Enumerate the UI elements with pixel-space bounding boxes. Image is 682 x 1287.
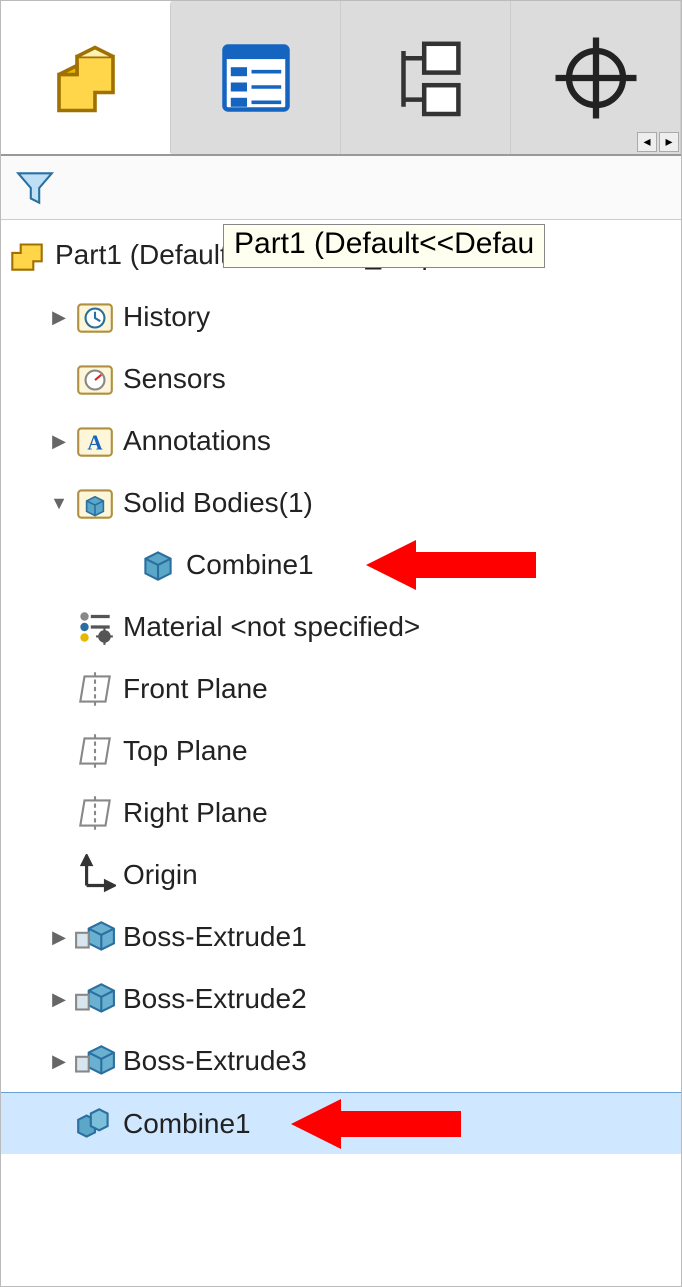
part-icon — [5, 233, 49, 277]
boss-extrude-icon — [73, 1039, 117, 1083]
plane-icon — [73, 791, 117, 835]
tree-item-boss-extrude3[interactable]: ▶ Boss-Extrude3 — [1, 1030, 681, 1092]
tree-item-label: Annotations — [123, 425, 271, 457]
boss-extrude-icon — [73, 977, 117, 1021]
tree-item-label: Top Plane — [123, 735, 248, 767]
feature-tree: Part1 (Default<<Default>_Displ Part1 (De… — [1, 220, 681, 1158]
tree-item-boss-extrude1[interactable]: ▶ Boss-Extrude1 — [1, 906, 681, 968]
tree-item-solid-bodies[interactable]: ▼ Solid Bodies(1) — [1, 472, 681, 534]
tree-item-history[interactable]: ▶ History — [1, 286, 681, 348]
tree-item-label: Solid Bodies(1) — [123, 487, 313, 519]
caret-icon[interactable]: ▶ — [45, 1051, 73, 1072]
tree-item-label: Right Plane — [123, 797, 268, 829]
material-icon — [73, 605, 117, 649]
tree-item-combine1-feature[interactable]: ▶ Combine1 — [1, 1092, 681, 1154]
filter-icon[interactable] — [13, 166, 57, 210]
annotation-arrow-icon — [291, 1095, 461, 1153]
tree-item-front-plane[interactable]: ▶ Front Plane — [1, 658, 681, 720]
tree-item-boss-extrude2[interactable]: ▶ Boss-Extrude2 — [1, 968, 681, 1030]
filter-bar — [1, 156, 681, 220]
boss-extrude-icon — [73, 915, 117, 959]
tree-item-label: Origin — [123, 859, 198, 891]
tab-scroll-right[interactable]: ▸ — [659, 132, 679, 152]
tree-item-label: Boss-Extrude1 — [123, 921, 307, 953]
caret-icon[interactable]: ▶ — [45, 431, 73, 452]
tab-scroll: ◂ ▸ — [637, 132, 679, 152]
caret-icon[interactable]: ▶ — [45, 927, 73, 948]
panel-tabs: ◂ ▸ — [1, 1, 681, 156]
annotation-arrow-icon — [366, 536, 536, 594]
tree-item-label: Combine1 — [123, 1108, 251, 1140]
tab-scroll-left[interactable]: ◂ — [637, 132, 657, 152]
tree-item-label: Combine1 — [186, 549, 314, 581]
solid-body-icon — [136, 543, 180, 587]
tree-item-combine1-body[interactable]: Combine1 — [1, 534, 681, 596]
origin-icon — [73, 853, 117, 897]
tree-item-top-plane[interactable]: ▶ Top Plane — [1, 720, 681, 782]
caret-icon[interactable]: ▼ — [45, 493, 73, 514]
plane-icon — [73, 667, 117, 711]
tab-feature-tree[interactable] — [1, 1, 171, 154]
tab-property-manager[interactable] — [171, 1, 341, 154]
tab-configuration-manager[interactable] — [341, 1, 511, 154]
annotations-icon: A — [73, 419, 117, 463]
caret-icon[interactable]: ▶ — [45, 989, 73, 1010]
tree-item-right-plane[interactable]: ▶ Right Plane — [1, 782, 681, 844]
tree-item-annotations[interactable]: ▶ A Annotations — [1, 410, 681, 472]
tree-item-label: Boss-Extrude2 — [123, 983, 307, 1015]
tree-item-label: Material <not specified> — [123, 611, 420, 643]
plane-icon — [73, 729, 117, 773]
tree-item-sensors[interactable]: ▶ Sensors — [1, 348, 681, 410]
combine-icon — [73, 1102, 117, 1146]
tree-item-origin[interactable]: ▶ Origin — [1, 844, 681, 906]
caret-icon[interactable]: ▶ — [45, 307, 73, 328]
history-icon — [73, 295, 117, 339]
tooltip: Part1 (Default<<Defau — [223, 224, 545, 268]
sensors-icon — [73, 357, 117, 401]
tree-item-label: Sensors — [123, 363, 226, 395]
tree-item-label: Boss-Extrude3 — [123, 1045, 307, 1077]
tree-item-label: History — [123, 301, 210, 333]
tree-item-label: Front Plane — [123, 673, 268, 705]
solid-bodies-folder-icon — [73, 481, 117, 525]
tree-item-material[interactable]: ▶ Material <not specified> — [1, 596, 681, 658]
svg-text:A: A — [87, 430, 103, 454]
